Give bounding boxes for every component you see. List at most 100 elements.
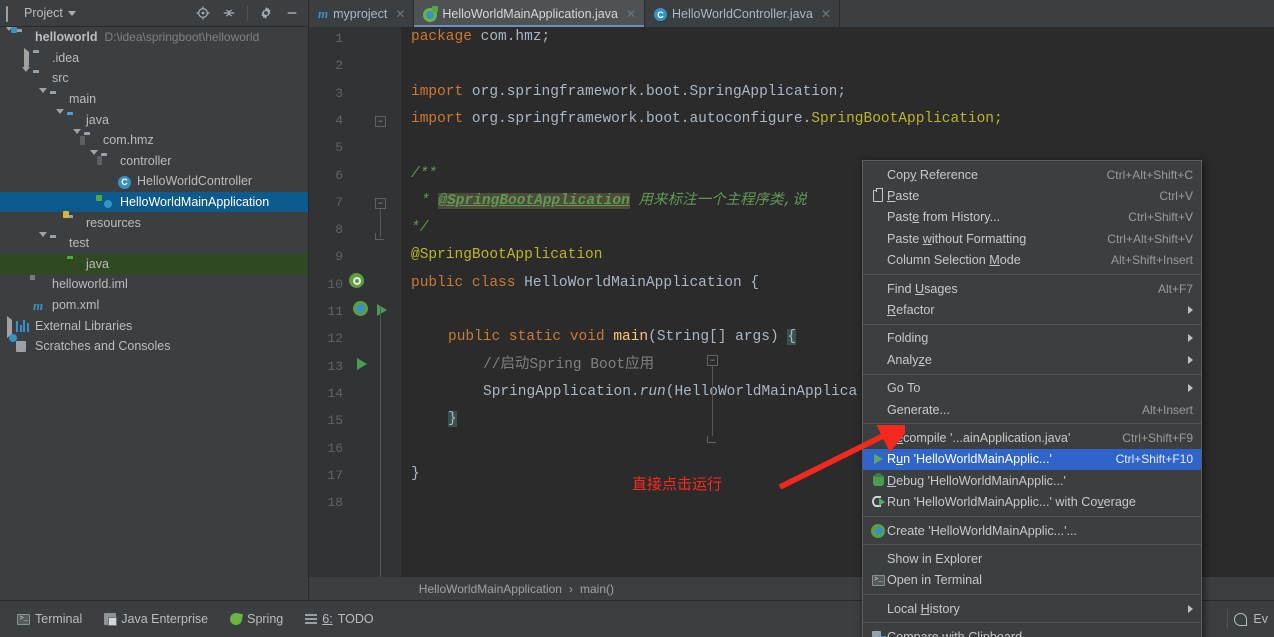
status-item-todo[interactable]: 6: TODO: [296, 609, 382, 629]
tree-item-helloworldcontroller[interactable]: C HelloWorldController: [0, 171, 308, 192]
tree-twisty[interactable]: [38, 232, 50, 252]
tree-item-com-hmz[interactable]: com.hmz: [0, 129, 308, 151]
menu-item-copy-reference[interactable]: Copy Reference Ctrl+Alt+Shift+C: [863, 164, 1201, 185]
tree-item-controller[interactable]: controller: [0, 149, 308, 172]
menu-item-local-history[interactable]: Local History: [863, 598, 1201, 619]
tree-twisty[interactable]: [4, 27, 16, 46]
run-gutter-icon-main[interactable]: [357, 358, 367, 370]
close-icon[interactable]: ✕: [395, 7, 405, 21]
code-call-args: (HelloWorldMainApplica: [665, 383, 858, 400]
menu-item-generate[interactable]: Generate... Alt+Insert: [863, 399, 1201, 420]
editor-tab-myproject[interactable]: m myproject ✕: [309, 0, 415, 27]
menu-item-recompile-ainapplication-java[interactable]: Recompile '...ainApplication.java' Ctrl+S…: [863, 427, 1201, 448]
tree-item-helloworld-iml[interactable]: helloworld.iml: [0, 274, 308, 295]
status-item-spring[interactable]: Spring: [221, 609, 292, 629]
tree-item-scratches-and-consoles[interactable]: Scratches and Consoles: [0, 336, 308, 357]
tree-twisty[interactable]: [4, 340, 16, 352]
tree-item-resources[interactable]: resources: [0, 212, 308, 233]
menu-item-paste[interactable]: Paste Ctrl+V: [863, 185, 1201, 206]
chevron-down-icon[interactable]: [39, 232, 47, 252]
tree-twisty[interactable]: [4, 315, 16, 338]
tree-item-java[interactable]: java: [0, 108, 308, 130]
spring-bean-gutter-icon[interactable]: [353, 301, 368, 316]
project-title-group[interactable]: Project: [6, 5, 76, 22]
tree-twisty[interactable]: [21, 67, 33, 87]
tree-twisty[interactable]: [21, 47, 33, 70]
event-log-icon[interactable]: [1234, 612, 1248, 626]
tree-item-test[interactable]: test: [0, 232, 308, 254]
menu-item-shortcut: Alt+F7: [1157, 281, 1193, 296]
tree-item-external-libraries[interactable]: External Libraries: [0, 315, 308, 338]
tree-item-src[interactable]: src: [0, 67, 308, 89]
chevron-down-icon[interactable]: [22, 67, 30, 87]
code-line-10: public class HelloWorldMainApplication {: [411, 270, 759, 297]
java-class-icon: C: [118, 175, 133, 189]
tree-item-pom-xml[interactable]: m pom.xml: [0, 295, 308, 316]
menu-item-paste-without-formatting[interactable]: Paste without Formatting Ctrl+Alt+Shift+V: [863, 228, 1201, 249]
code-brace: {: [787, 329, 797, 346]
tree-twisty[interactable]: [21, 299, 33, 311]
chevron-down-icon[interactable]: [67, 10, 76, 16]
project-tree[interactable]: helloworld D:\idea\springboot\helloworld.…: [0, 27, 308, 600]
spring-boot-icon: [423, 5, 439, 22]
menu-item-run-helloworldmainapplic-with-coverage[interactable]: Run 'HelloWorldMainApplic...' with Cover…: [863, 491, 1201, 512]
menu-item-debug-helloworldmainapplic[interactable]: Debug 'HelloWorldMainApplic...': [863, 470, 1201, 491]
iml-file-icon: [33, 278, 48, 291]
minimize-icon[interactable]: [284, 5, 300, 21]
tree-twisty[interactable]: [55, 217, 67, 229]
locate-icon[interactable]: [195, 5, 211, 21]
settings-gear-icon[interactable]: [258, 5, 274, 21]
breadcrumb-method[interactable]: main(): [580, 582, 614, 596]
tree-item-label: controller: [120, 153, 172, 168]
fold-marker-javadoc[interactable]: −: [375, 198, 386, 209]
menu-item-open-in-terminal[interactable]: >_ Open in Terminal: [863, 570, 1201, 591]
tree-twisty[interactable]: [38, 88, 50, 108]
status-item-java-enterprise[interactable]: Java Enterprise: [95, 609, 217, 629]
menu-item-paste-from-history[interactable]: Paste from History... Ctrl+Shift+V: [863, 207, 1201, 228]
menu-item-refactor[interactable]: Refactor: [863, 299, 1201, 320]
menu-item-run-helloworldmainapplic[interactable]: Run 'HelloWorldMainApplic...' Ctrl+Shift+…: [863, 448, 1201, 471]
menu-item-column-selection-mode[interactable]: Column Selection Mode Alt+Shift+Insert: [863, 250, 1201, 271]
menu-item-find-usages[interactable]: Find Usages Alt+F7: [863, 278, 1201, 299]
fold-marker-method[interactable]: −: [707, 355, 718, 366]
menu-item-go-to[interactable]: Go To: [863, 378, 1201, 399]
tree-twisty[interactable]: [55, 108, 67, 128]
menu-item-show-in-explorer[interactable]: Show in Explorer: [863, 548, 1201, 569]
fold-line-method: [712, 366, 713, 436]
context-menu[interactable]: Copy Reference Ctrl+Alt+Shift+C Paste Ctrl+…: [862, 160, 1202, 637]
tree-twisty[interactable]: [55, 258, 67, 270]
fold-marker-import[interactable]: −: [375, 116, 386, 127]
tree-item-helloworldmainapplication[interactable]: HelloWorldMainApplication: [0, 191, 308, 213]
project-panel-toolbar: [195, 5, 308, 21]
event-log-label[interactable]: Ev: [1253, 612, 1268, 626]
chevron-down-icon[interactable]: [39, 88, 47, 108]
tree-item-helloworld[interactable]: helloworld D:\idea\springboot\helloworld: [0, 27, 308, 48]
chevron-down-icon[interactable]: [56, 108, 64, 128]
spring-config-gutter-icon[interactable]: [349, 273, 364, 288]
create-config-icon: [869, 523, 887, 538]
editor-gutter[interactable]: − − 1 2 3 4 5 6 7 8 9 10 11 12 13 14 15 16 17 18: [309, 27, 401, 577]
menu-separator: [863, 423, 1201, 425]
editor-tab-helloworldcontroller-java[interactable]: C HelloWorldController.java ✕: [645, 0, 840, 27]
status-item-terminal-label: Terminal: [35, 612, 83, 626]
tree-item-main[interactable]: main: [0, 88, 308, 110]
tree-item-java[interactable]: java: [0, 253, 308, 275]
status-item-terminal[interactable]: >_ Terminal: [8, 609, 91, 629]
close-icon[interactable]: ✕: [626, 7, 636, 21]
editor-tab-helloworldmainapplication-java[interactable]: HelloWorldMainApplication.java ✕: [414, 0, 645, 27]
project-icon: [6, 5, 19, 22]
menu-item-folding[interactable]: Folding: [863, 328, 1201, 349]
close-icon[interactable]: ✕: [821, 7, 831, 21]
tree-twisty[interactable]: [21, 278, 33, 290]
editor-tab-label: HelloWorldController.java: [672, 6, 813, 21]
menu-item-analyze[interactable]: Analyze: [863, 349, 1201, 370]
tree-item-label: HelloWorldMainApplication: [120, 195, 270, 210]
tree-twisty[interactable]: [106, 175, 118, 187]
tree-item-idea[interactable]: .idea: [0, 47, 308, 70]
menu-item-create-helloworldmainapplic[interactable]: Create 'HelloWorldMainApplic...'...: [863, 520, 1201, 541]
collapse-all-icon[interactable]: [221, 5, 237, 21]
run-gutter-icon-class[interactable]: [377, 304, 387, 316]
menu-item-compare-with-clipboard[interactable]: Compare with Clipboard: [863, 626, 1201, 637]
breadcrumb-class[interactable]: HelloWorldMainApplication: [419, 582, 562, 596]
project-panel-title: Project: [24, 6, 63, 20]
